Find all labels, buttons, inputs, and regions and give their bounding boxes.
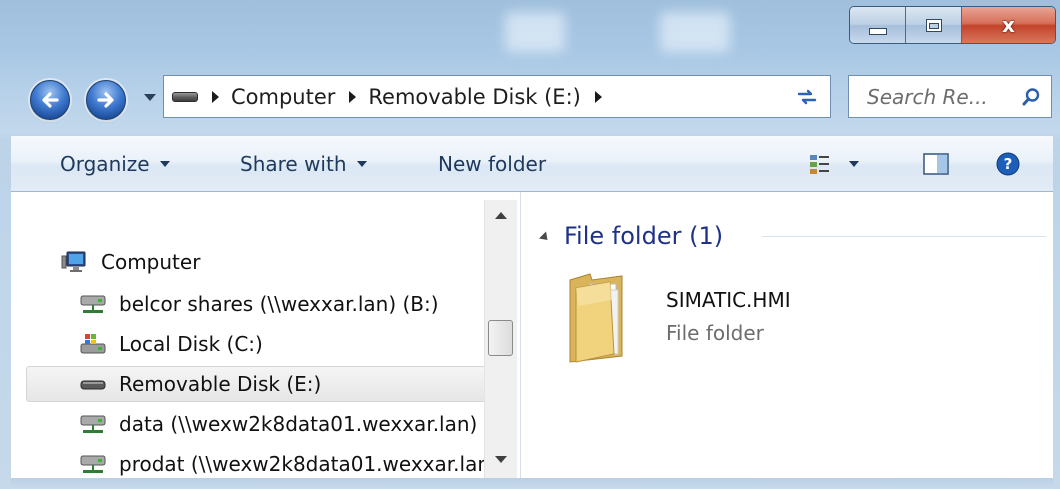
folder-name[interactable]: SIMATIC.HMI <box>666 288 791 312</box>
removable-disk-icon <box>79 372 107 396</box>
organize-label: Organize <box>60 152 150 176</box>
minimize-button[interactable] <box>850 7 906 43</box>
tree-item-label: Local Disk (C:) <box>119 332 263 356</box>
tree-item-data-share[interactable]: data (\\wexw2k8data01.wexxar.lan) <box>79 406 477 442</box>
breadcrumb-separator[interactable] <box>594 90 602 103</box>
new-folder-button[interactable]: New folder <box>438 136 546 192</box>
close-button[interactable]: x <box>962 7 1055 43</box>
network-drive-icon <box>79 452 107 476</box>
breadcrumb-separator[interactable] <box>349 90 357 103</box>
refresh-icon <box>797 89 817 104</box>
chevron-down-icon[interactable] <box>849 161 859 167</box>
view-options-icon <box>810 155 829 174</box>
navigation-pane: Computer belcor shares (\\wexxar.lan) (B… <box>11 192 521 478</box>
breadcrumb-computer[interactable]: Computer <box>231 85 335 109</box>
tree-item-label: data (\\wexw2k8data01.wexxar.lan) <box>119 412 478 436</box>
maximize-button[interactable] <box>906 7 962 43</box>
group-divider <box>762 236 1046 237</box>
maximize-icon <box>925 18 942 32</box>
forward-button[interactable] <box>86 80 126 120</box>
close-icon: x <box>1002 13 1015 37</box>
network-drive-icon <box>79 412 107 436</box>
tree-item-belcor-shares[interactable]: belcor shares (\\wexxar.lan) (B:) <box>79 286 439 322</box>
help-icon: ? <box>996 152 1020 176</box>
tree-item-prodat-share[interactable]: prodat (\\wexw2k8data01.wexxar.lan) <box>79 446 498 478</box>
help-button[interactable]: ? <box>996 136 1020 192</box>
svg-text:?: ? <box>1004 155 1013 173</box>
local-disk-icon <box>79 332 107 356</box>
tree-item-computer[interactable]: Computer <box>61 244 200 280</box>
back-button[interactable] <box>30 80 70 120</box>
tree-item-label: Computer <box>101 250 201 274</box>
window-bottom-edge <box>11 478 1053 489</box>
back-arrow-icon <box>42 92 59 108</box>
window-caption-buttons: x <box>849 6 1056 44</box>
share-with-label: Share with <box>240 152 347 176</box>
command-bar: Organize Share with New folder ? <box>11 135 1053 192</box>
tree-item-local-disk[interactable]: Local Disk (C:) <box>79 326 263 362</box>
breadcrumb-removable-disk[interactable]: Removable Disk (E:) <box>368 85 580 109</box>
search-icon[interactable] <box>1021 87 1041 107</box>
preview-pane-icon <box>923 153 949 175</box>
tree-item-label: Removable Disk (E:) <box>119 372 322 396</box>
folder-type: File folder <box>666 321 764 345</box>
glass-reflection <box>660 12 730 52</box>
share-with-button[interactable]: Share with <box>240 136 367 192</box>
group-header[interactable]: File folder (1) <box>538 218 724 254</box>
collapse-icon[interactable] <box>538 230 552 244</box>
recent-locations-button[interactable] <box>144 94 156 101</box>
glass-reflection <box>505 12 565 52</box>
scroll-up-icon[interactable] <box>495 212 507 219</box>
breadcrumb-separator[interactable] <box>212 90 219 103</box>
chevron-down-icon <box>159 161 170 167</box>
search-placeholder[interactable]: Search Re... <box>867 85 988 109</box>
scroll-down-icon[interactable] <box>495 456 507 463</box>
organize-button[interactable]: Organize <box>60 136 170 192</box>
search-box[interactable]: Search Re... <box>848 75 1052 118</box>
address-bar[interactable]: Computer Removable Disk (E:) <box>163 75 947 118</box>
folder-icon[interactable] <box>566 270 630 366</box>
computer-icon <box>61 250 89 274</box>
preview-pane-button[interactable] <box>923 136 949 192</box>
refresh-button[interactable] <box>784 76 830 117</box>
removable-disk-icon <box>172 91 198 102</box>
network-drive-icon <box>79 292 107 316</box>
forward-arrow-icon <box>97 92 114 108</box>
group-header-label: File folder (1) <box>564 222 724 250</box>
minimize-icon <box>868 27 887 35</box>
tree-item-removable-disk[interactable]: Removable Disk (E:) <box>79 366 321 402</box>
tree-item-label: prodat (\\wexw2k8data01.wexxar.lan) <box>119 452 498 476</box>
chevron-down-icon <box>356 161 367 167</box>
tree-item-label: belcor shares (\\wexxar.lan) (B:) <box>119 292 439 316</box>
change-view-button[interactable] <box>809 136 859 192</box>
new-folder-label: New folder <box>438 152 547 176</box>
scroll-thumb[interactable] <box>488 320 513 356</box>
nav-pane-scrollbar[interactable] <box>484 200 517 478</box>
